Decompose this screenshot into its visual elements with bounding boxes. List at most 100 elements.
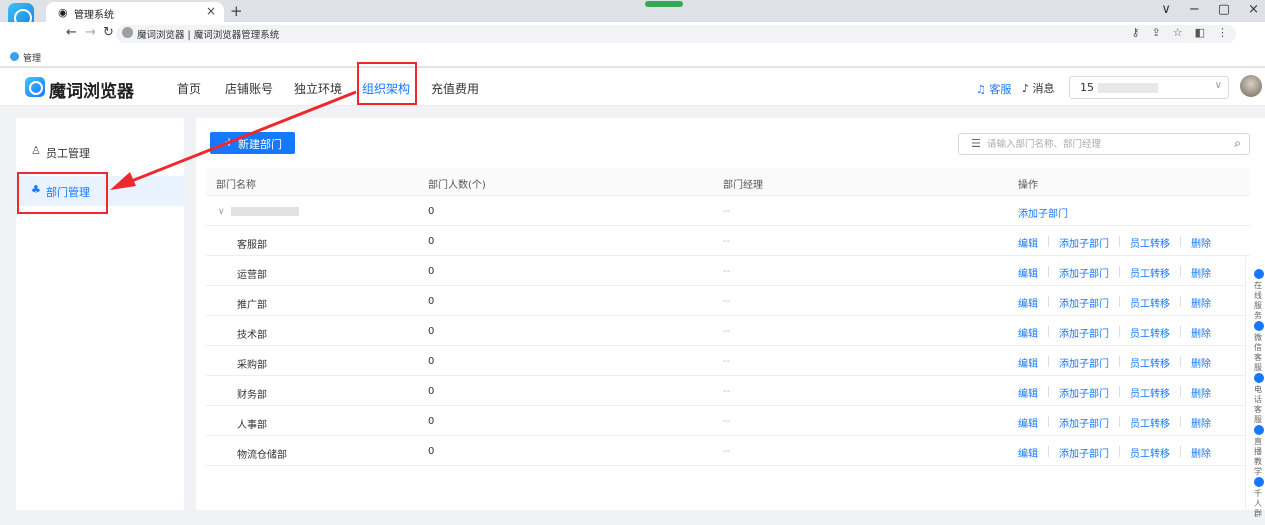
customer-service-link[interactable]: ♫ 客服 (976, 81, 1011, 97)
delete-button[interactable]: 删除 (1191, 385, 1211, 400)
delete-button[interactable]: 删除 (1191, 265, 1211, 280)
maximize-button[interactable]: ▢ (1218, 2, 1230, 17)
add-subdepartment-button[interactable]: 添加子部门 (1059, 325, 1109, 340)
back-arrow-icon[interactable]: ← (66, 25, 77, 40)
search-icon[interactable]: ⌕ (1234, 136, 1241, 151)
reload-icon[interactable]: ↻ (103, 25, 114, 40)
edit-button[interactable]: 编辑 (1018, 445, 1038, 460)
action-divider (1119, 236, 1120, 247)
table-row: 人事部 0 -- 编辑 添加子部门 员工转移 删除 (206, 406, 1250, 436)
column-header-count: 部门人数(个) (428, 180, 486, 191)
action-divider (1180, 356, 1181, 367)
bookmark-manage[interactable]: 管理 (23, 51, 41, 64)
transfer-staff-button[interactable]: 员工转移 (1130, 445, 1170, 460)
new-department-button[interactable]: + 新建部门 (210, 132, 295, 154)
transfer-staff-button[interactable]: 员工转移 (1130, 235, 1170, 250)
new-tab-button[interactable]: + (230, 2, 243, 20)
nav-independent-env[interactable]: 独立环境 (294, 80, 342, 97)
add-subdepartment-button[interactable]: 添加子部门 (1059, 265, 1109, 280)
edit-button[interactable]: 编辑 (1018, 385, 1038, 400)
nav-home[interactable]: 首页 (177, 80, 201, 97)
action-divider (1119, 386, 1120, 397)
search-input[interactable] (987, 136, 1217, 152)
action-divider (1119, 416, 1120, 427)
site-info-icon[interactable] (122, 27, 133, 38)
minimize-button[interactable]: − (1189, 2, 1200, 17)
tab-close-icon[interactable]: × (206, 4, 216, 18)
department-count: 0 (428, 236, 435, 247)
edit-button[interactable]: 编辑 (1018, 355, 1038, 370)
plus-icon: + (224, 135, 235, 149)
departments-table: 部门名称 部门人数(个) 部门经理 操作 ∨ 0 -- 添加子部门 客服部 0 --… (206, 168, 1250, 466)
transfer-staff-button[interactable]: 员工转移 (1130, 295, 1170, 310)
browser-tab[interactable]: ◉ 管理系统 × (46, 2, 224, 22)
delete-button[interactable]: 删除 (1191, 235, 1211, 250)
add-subdepartment-button[interactable]: 添加子部门 (1059, 355, 1109, 370)
main-panel: + 新建部门 ☰ ⌕ 部门名称 部门人数(个) 部门经理 操作 ∨ 0 -- 添… (196, 118, 1265, 518)
delete-button[interactable]: 删除 (1191, 295, 1211, 310)
edit-button[interactable]: 编辑 (1018, 325, 1038, 340)
row-actions: 编辑 添加子部门 员工转移 删除 (1018, 265, 1211, 280)
floating-bar-label: 电话客服 (1254, 385, 1262, 424)
messages-link[interactable]: ♪ 消息 (1022, 80, 1055, 96)
avatar[interactable] (1240, 75, 1262, 97)
sidebar-item-label: 员工管理 (46, 147, 90, 160)
root-department-name[interactable]: ∨ (218, 206, 299, 217)
action-divider (1048, 266, 1049, 277)
action-divider (1119, 446, 1120, 457)
edit-button[interactable]: 编辑 (1018, 415, 1038, 430)
department-manager: -- (723, 266, 731, 277)
floating-bar-item[interactable]: 电话客服 (1246, 369, 1265, 424)
action-divider (1119, 266, 1120, 277)
floating-bar-item[interactable]: 千人群 (1246, 473, 1265, 525)
table-row: 客服部 0 -- 编辑 添加子部门 员工转移 删除 (206, 226, 1250, 256)
address-bar[interactable]: 魔词浏览器 | 魔词浏览器管理系统 ⚷ ⇪ ☆ ◧ ⋮ (116, 25, 1236, 43)
add-subdepartment-button[interactable]: 添加子部门 (1059, 385, 1109, 400)
edit-button[interactable]: 编辑 (1018, 295, 1038, 310)
redacted-account (1098, 83, 1158, 93)
floating-bar-item[interactable]: 在线服务 (1246, 265, 1265, 320)
sidebar-item-staff[interactable]: ♙ 员工管理 (16, 140, 184, 164)
window-drag-indicator (645, 1, 683, 7)
sidepanel-icon[interactable]: ◧ (1195, 26, 1205, 39)
delete-button[interactable]: 删除 (1191, 355, 1211, 370)
account-select[interactable]: 15 ∨ (1069, 76, 1229, 99)
filter-icon: ☰ (971, 137, 981, 150)
department-name: 运营部 (237, 270, 267, 281)
transfer-staff-button[interactable]: 员工转移 (1130, 325, 1170, 340)
edit-button[interactable]: 编辑 (1018, 235, 1038, 250)
delete-button[interactable]: 删除 (1191, 445, 1211, 460)
forward-arrow-icon[interactable]: → (85, 25, 96, 40)
menu-dots-icon[interactable]: ⋮ (1217, 26, 1228, 39)
transfer-staff-button[interactable]: 员工转移 (1130, 385, 1170, 400)
action-divider (1048, 356, 1049, 367)
chevron-down-icon: ∨ (1214, 80, 1222, 91)
delete-button[interactable]: 删除 (1191, 325, 1211, 340)
close-window-button[interactable]: × (1248, 2, 1259, 17)
add-subdepartment-button[interactable]: 添加子部门 (1018, 205, 1068, 220)
transfer-staff-button[interactable]: 员工转移 (1130, 265, 1170, 280)
floating-bar-item[interactable]: 微信客服 (1246, 317, 1265, 372)
department-count: 0 (428, 446, 435, 457)
add-subdepartment-button[interactable]: 添加子部门 (1059, 445, 1109, 460)
bell-icon: ♪ (1022, 82, 1030, 95)
key-icon[interactable]: ⚷ (1131, 26, 1139, 39)
column-header-name: 部门名称 (216, 180, 256, 191)
tab-search-icon[interactable]: ∨ (1161, 2, 1171, 17)
share-icon[interactable]: ⇪ (1152, 26, 1161, 39)
floating-bar-item[interactable]: 直播教学 (1246, 421, 1265, 476)
edit-button[interactable]: 编辑 (1018, 265, 1038, 280)
add-subdepartment-button[interactable]: 添加子部门 (1059, 295, 1109, 310)
transfer-staff-button[interactable]: 员工转移 (1130, 415, 1170, 430)
star-icon[interactable]: ☆ (1173, 26, 1183, 39)
nav-store-accounts[interactable]: 店铺账号 (225, 80, 273, 97)
transfer-staff-button[interactable]: 员工转移 (1130, 355, 1170, 370)
delete-button[interactable]: 删除 (1191, 415, 1211, 430)
chevron-down-icon[interactable]: ∨ (218, 207, 225, 217)
add-subdepartment-button[interactable]: 添加子部门 (1059, 415, 1109, 430)
add-subdepartment-button[interactable]: 添加子部门 (1059, 235, 1109, 250)
nav-recharge[interactable]: 充值费用 (431, 80, 479, 97)
row-actions: 编辑 添加子部门 员工转移 删除 (1018, 235, 1211, 250)
row-actions: 编辑 添加子部门 员工转移 删除 (1018, 415, 1211, 430)
action-divider (1048, 326, 1049, 337)
